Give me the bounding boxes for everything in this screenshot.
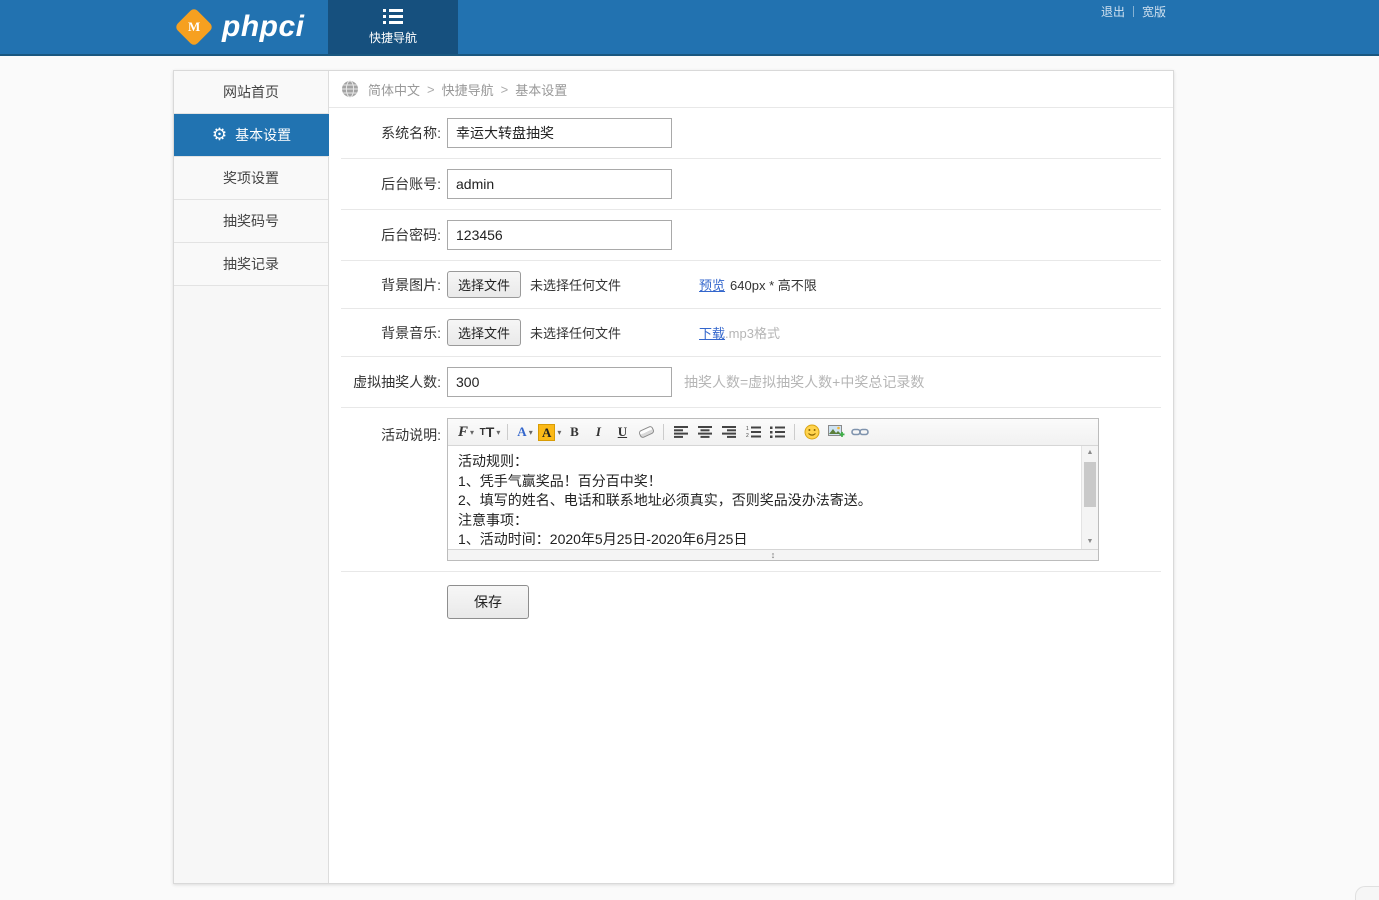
sidebar-item-prize-settings[interactable]: 奖项设置 xyxy=(174,157,328,200)
main-panel: 网站首页 ⚙ 基本设置 奖项设置 抽奖码号 抽奖记录 xyxy=(173,70,1174,884)
save-button[interactable]: 保存 xyxy=(447,585,529,619)
row-virtual-count: 虚拟抽奖人数: 抽奖人数=虚拟抽奖人数+中奖总记录数 xyxy=(341,357,1161,408)
align-right-button[interactable] xyxy=(718,422,740,442)
wide-version-link[interactable]: 宽版 xyxy=(1134,3,1174,20)
sidebar-item-label: 奖项设置 xyxy=(223,168,279,188)
insert-image-button[interactable] xyxy=(825,422,847,442)
activity-desc-label: 活动说明: xyxy=(341,425,441,445)
row-bg-music: 背景音乐: 选择文件 未选择任何文件 下载 .mp3格式 xyxy=(341,309,1161,357)
breadcrumb-separator: > xyxy=(501,82,509,97)
breadcrumb-page: 基本设置 xyxy=(515,80,567,99)
bg-music-format-info: .mp3格式 xyxy=(725,323,780,342)
align-left-button[interactable] xyxy=(670,422,692,442)
scrollbar-thumb[interactable] xyxy=(1084,462,1096,507)
sidebar: 网站首页 ⚙ 基本设置 奖项设置 抽奖码号 抽奖记录 xyxy=(174,71,329,883)
globe-icon xyxy=(341,80,359,98)
bg-music-label: 背景音乐: xyxy=(341,323,441,343)
bg-image-choose-file-button[interactable]: 选择文件 xyxy=(447,271,521,298)
dropdown-arrow-icon: ▾ xyxy=(470,428,474,437)
breadcrumb-section[interactable]: 快捷导航 xyxy=(442,80,494,99)
font-color-button[interactable]: A ▾ xyxy=(514,422,536,442)
editor-text-area[interactable]: 活动规则： 1、凭手气赢奖品！百分百中奖！ 2、填写的姓名、电话和联系地址必须真… xyxy=(448,446,1098,549)
sidebar-item-label: 抽奖记录 xyxy=(223,254,279,274)
svg-text:2: 2 xyxy=(746,433,749,438)
breadcrumb-lang[interactable]: 简体中文 xyxy=(368,80,420,99)
header: M phpci 快捷导航 退出 宽版 xyxy=(0,0,1379,56)
admin-account-input[interactable] xyxy=(447,169,672,199)
list-icon xyxy=(383,9,403,24)
dropdown-arrow-icon: ▾ xyxy=(496,428,500,437)
row-system-name: 系统名称: xyxy=(341,108,1161,159)
sidebar-item-lottery-records[interactable]: 抽奖记录 xyxy=(174,243,328,286)
logout-link[interactable]: 退出 xyxy=(1093,3,1133,20)
bg-image-no-file-text: 未选择任何文件 xyxy=(530,275,621,294)
sidebar-item-label: 网站首页 xyxy=(223,82,279,102)
gear-icon: ⚙ xyxy=(212,127,227,144)
font-family-button[interactable]: F ▾ xyxy=(455,422,477,442)
highlight-color-button[interactable]: A ▾ xyxy=(538,422,561,442)
row-activity-desc: 活动说明: F ▾ TT ▾ A ▾ xyxy=(341,408,1161,572)
bold-button[interactable]: B xyxy=(563,422,585,442)
virtual-count-input[interactable] xyxy=(447,367,672,397)
editor-resize-handle[interactable]: ↕ xyxy=(448,549,1098,560)
ordered-list-button[interactable]: 12 xyxy=(742,422,764,442)
sidebar-item-label: 抽奖码号 xyxy=(223,211,279,231)
sidebar-item-lottery-codes[interactable]: 抽奖码号 xyxy=(174,200,328,243)
bg-image-preview-link[interactable]: 预览 xyxy=(699,275,725,294)
italic-button[interactable]: I xyxy=(587,422,609,442)
system-name-label: 系统名称: xyxy=(341,123,441,143)
font-size-button[interactable]: TT ▾ xyxy=(479,422,501,442)
eraser-icon xyxy=(638,425,655,439)
insert-link-button[interactable] xyxy=(849,422,871,442)
admin-password-input[interactable] xyxy=(447,220,672,250)
brand-text: phpci xyxy=(222,10,305,44)
row-admin-password: 后台密码: xyxy=(341,210,1161,261)
tab-quick-nav-label: 快捷导航 xyxy=(369,29,417,46)
toolbar-separator xyxy=(794,424,795,440)
tab-quick-nav[interactable]: 快捷导航 xyxy=(328,0,458,54)
bg-music-choose-file-button[interactable]: 选择文件 xyxy=(447,319,521,346)
sidebar-item-home[interactable]: 网站首页 xyxy=(174,71,328,114)
toolbar-separator xyxy=(663,424,664,440)
virtual-count-hint: 抽奖人数=虚拟抽奖人数+中奖总记录数 xyxy=(684,372,924,392)
logo: M phpci xyxy=(176,0,305,54)
scroll-down-arrow-icon[interactable]: ▼ xyxy=(1082,535,1098,549)
sidebar-item-label: 基本设置 xyxy=(235,125,291,145)
align-center-button[interactable] xyxy=(694,422,716,442)
dropdown-arrow-icon: ▾ xyxy=(529,428,533,437)
breadcrumb: 简体中文 > 快捷导航 > 基本设置 xyxy=(329,71,1173,108)
top-links: 退出 宽版 xyxy=(1093,3,1174,20)
bg-music-no-file-text: 未选择任何文件 xyxy=(530,323,621,342)
svg-text:1: 1 xyxy=(746,426,749,432)
unordered-list-button[interactable] xyxy=(766,422,788,442)
logo-diamond-icon: M xyxy=(174,7,214,47)
admin-account-label: 后台账号: xyxy=(341,174,441,194)
sidebar-item-basic-settings[interactable]: ⚙ 基本设置 xyxy=(174,114,329,157)
underline-button[interactable]: U xyxy=(611,422,633,442)
virtual-count-label: 虚拟抽奖人数: xyxy=(341,372,441,392)
logo-badge-letter: M xyxy=(188,19,200,35)
content-area: 简体中文 > 快捷导航 > 基本设置 系统名称: 后台账号: 后台密码: 背景图… xyxy=(329,71,1173,883)
scroll-up-arrow-icon[interactable]: ▲ xyxy=(1082,446,1098,460)
back-to-top-widget[interactable] xyxy=(1355,886,1379,900)
bg-music-download-link[interactable]: 下载 xyxy=(699,323,725,342)
dropdown-arrow-icon: ▾ xyxy=(557,428,561,437)
row-bg-image: 背景图片: 选择文件 未选择任何文件 预览 640px * 高不限 xyxy=(341,261,1161,309)
editor-scrollbar[interactable]: ▲ ▼ xyxy=(1081,446,1098,549)
breadcrumb-separator: > xyxy=(427,82,435,97)
admin-password-label: 后台密码: xyxy=(341,225,441,245)
editor-toolbar: F ▾ TT ▾ A ▾ A ▾ B xyxy=(448,419,1098,446)
editor-content[interactable]: 活动规则： 1、凭手气赢奖品！百分百中奖！ 2、填写的姓名、电话和联系地址必须真… xyxy=(448,446,1098,549)
emoticon-button[interactable] xyxy=(801,422,823,442)
rich-text-editor: F ▾ TT ▾ A ▾ A ▾ B xyxy=(447,418,1099,561)
row-admin-account: 后台账号: xyxy=(341,159,1161,210)
remove-format-button[interactable] xyxy=(635,422,657,442)
row-save: 保存 xyxy=(341,572,1161,633)
bg-image-label: 背景图片: xyxy=(341,275,441,295)
toolbar-separator xyxy=(507,424,508,440)
system-name-input[interactable] xyxy=(447,118,672,148)
bg-image-size-info: 640px * 高不限 xyxy=(730,275,817,294)
